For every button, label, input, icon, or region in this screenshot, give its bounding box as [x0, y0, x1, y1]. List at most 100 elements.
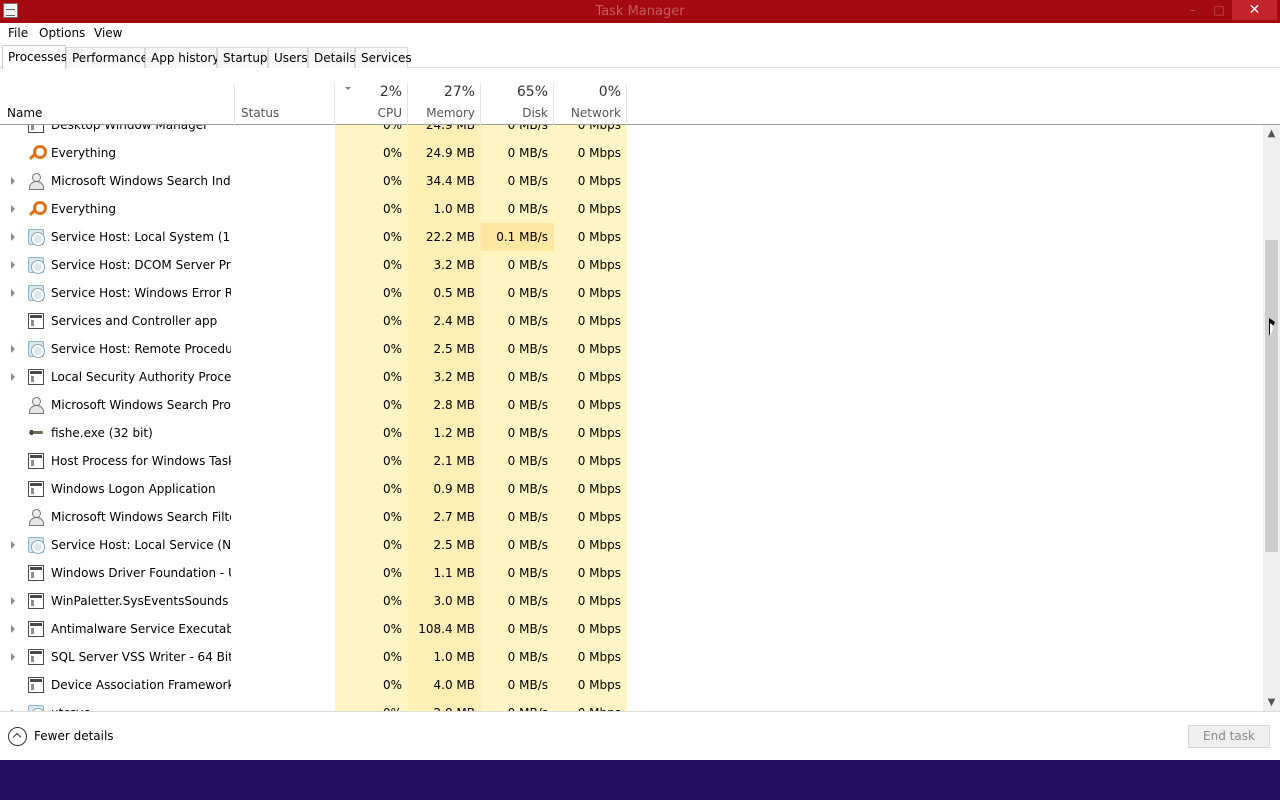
vertical-scrollbar[interactable]: ▲ ▼ — [1263, 125, 1280, 711]
process-row[interactable]: Microsoft Windows Search Prot... 0% 2.8 MB… — [0, 391, 1263, 419]
expand-chevron-icon[interactable] — [11, 373, 15, 381]
column-divider[interactable] — [234, 84, 235, 125]
network-percent: 0% — [598, 84, 621, 100]
process-row[interactable]: Service Host: Remote Procedure... 0% 2.5 M… — [0, 335, 1263, 363]
process-row[interactable]: Service Host: Local System (17) 0% 22.2 MB… — [0, 223, 1263, 251]
column-memory[interactable]: 27% Memory — [408, 84, 481, 125]
tab-details[interactable]: Details — [308, 47, 356, 68]
tab-startup[interactable]: Startup — [217, 47, 268, 68]
expand-chevron-icon[interactable] — [11, 289, 15, 297]
process-cpu-value: 0% — [382, 286, 402, 300]
process-disk-value: 0 MB/s — [507, 398, 548, 412]
process-row[interactable]: Services and Controller app 0% 2.4 MB 0 MB/… — [0, 307, 1263, 335]
cpu-percent: 2% — [379, 84, 402, 100]
process-row[interactable]: fishe.exe (32 bit) 0% 1.2 MB 0 MB/s 0 Mbps — [0, 419, 1263, 447]
process-row[interactable]: SQL Server VSS Writer - 64 Bit 0% 1.0 MB 0 … — [0, 643, 1263, 671]
process-row[interactable]: Microsoft Windows Search Filte... 0% 2.7 M… — [0, 503, 1263, 531]
fewer-details-link[interactable]: Fewer details — [34, 729, 114, 743]
tab-users[interactable]: Users — [268, 47, 308, 68]
expand-chevron-icon[interactable] — [11, 625, 15, 633]
process-memory-value: 2.5 MB — [433, 342, 475, 356]
process-row[interactable]: Everything 0% 24.9 MB 0 MB/s 0 Mbps — [0, 139, 1263, 167]
process-cpu-value: 0% — [382, 174, 402, 188]
tab-services[interactable]: Services — [355, 47, 412, 68]
expand-chevron-icon[interactable] — [11, 653, 15, 661]
column-divider[interactable] — [626, 84, 627, 125]
expand-chevron-icon[interactable] — [11, 177, 15, 185]
process-row[interactable]: Microsoft Windows Search Inde... 0% 34.4 M… — [0, 167, 1263, 195]
process-cpu-value: 0% — [382, 482, 402, 496]
app-window-icon — [28, 677, 44, 693]
process-cpu-value: 0% — [382, 230, 402, 244]
process-row[interactable]: Local Security Authority Process... 0% 3.2… — [0, 363, 1263, 391]
process-name: Windows Driver Foundation - U... — [51, 566, 231, 580]
tab-performance[interactable]: Performance — [66, 47, 148, 68]
menu-options[interactable]: Options — [39, 26, 85, 40]
minimize-button[interactable]: – — [1180, 0, 1206, 20]
process-cpu-value: 0% — [382, 125, 402, 132]
process-row[interactable]: Desktop Window Manager 0% 24.9 MB 0 MB/s 0 M… — [0, 125, 1263, 139]
column-network[interactable]: 0% Network — [554, 84, 627, 125]
fish-icon — [28, 425, 44, 441]
process-cpu-value: 0% — [382, 426, 402, 440]
end-task-button[interactable]: End task — [1188, 725, 1270, 748]
process-network-value: 0 Mbps — [577, 454, 621, 468]
expand-chevron-icon[interactable] — [11, 541, 15, 549]
process-memory-value: 1.2 MB — [433, 426, 475, 440]
process-disk-value: 0 MB/s — [507, 146, 548, 160]
process-name: WinPaletter.SysEventsSounds (3... — [51, 594, 231, 608]
process-memory-value: 1.0 MB — [433, 650, 475, 664]
process-name: Service Host: DCOM Server Proc... — [51, 258, 231, 272]
process-cpu-value: 0% — [382, 566, 402, 580]
process-row[interactable]: Service Host: Windows Error Re... 0% 0.5 M… — [0, 279, 1263, 307]
expand-chevron-icon[interactable] — [11, 261, 15, 269]
column-status[interactable]: Status — [241, 106, 279, 120]
process-name: Local Security Authority Process... — [51, 370, 231, 384]
column-header: Name Status 2% CPU 27% Memory 65% Disk 0… — [0, 68, 1280, 125]
maximize-button[interactable]: □ — [1206, 0, 1232, 20]
expand-chevron-icon[interactable] — [11, 345, 15, 353]
process-cpu-value: 0% — [382, 342, 402, 356]
close-button[interactable]: ✕ — [1232, 0, 1277, 20]
scroll-down-icon[interactable]: ▼ — [1263, 694, 1280, 711]
process-name: Service Host: Local System (17) — [51, 230, 231, 244]
expand-chevron-icon[interactable] — [11, 597, 15, 605]
expand-chevron-icon[interactable] — [11, 233, 15, 241]
process-network-value: 0 Mbps — [577, 174, 621, 188]
process-row[interactable]: Antimalware Service Executable 0% 108.4 MB… — [0, 615, 1263, 643]
menu-view[interactable]: View — [94, 26, 122, 40]
app-window-icon — [28, 649, 44, 665]
process-disk-value: 0 MB/s — [507, 482, 548, 496]
process-name: Desktop Window Manager — [51, 125, 209, 132]
process-row[interactable]: Host Process for Windows Tasks 0% 2.1 MB 0 … — [0, 447, 1263, 475]
process-name: Microsoft Windows Search Inde... — [51, 174, 231, 188]
chevron-up-icon[interactable] — [8, 727, 27, 746]
process-disk-value: 0 MB/s — [507, 258, 548, 272]
process-name: fishe.exe (32 bit) — [51, 426, 153, 440]
tab-processes[interactable]: Processes — [2, 45, 67, 69]
process-row[interactable]: Windows Driver Foundation - U... 0% 1.1 MB… — [0, 559, 1263, 587]
expand-chevron-icon[interactable] — [11, 205, 15, 213]
process-row[interactable]: WinPaletter.SysEventsSounds (3... 0% 3.0 M… — [0, 587, 1263, 615]
process-row[interactable]: Windows Logon Application 0% 0.9 MB 0 MB/s 0… — [0, 475, 1263, 503]
tab-app-history[interactable]: App history — [145, 47, 220, 68]
process-row[interactable]: utcsvc0%2.8 MB0 MB/s0 Mbps — [0, 699, 1263, 711]
scroll-thumb[interactable] — [1265, 240, 1278, 552]
process-row[interactable]: Everything 0% 1.0 MB 0 MB/s 0 Mbps — [0, 195, 1263, 223]
process-disk-value: 0.1 MB/s — [496, 230, 548, 244]
process-row[interactable]: Service Host: Local Service (No I... 0% 2.… — [0, 531, 1263, 559]
menu-file[interactable]: File — [8, 26, 28, 40]
process-memory-value: 22.2 MB — [425, 230, 475, 244]
process-memory-value: 2.1 MB — [433, 454, 475, 468]
mouse-cursor-icon — [1269, 318, 1275, 336]
column-name[interactable]: Name — [7, 106, 42, 120]
window-title: Task Manager — [595, 4, 685, 19]
process-name: Service Host: Local Service (No I... — [51, 538, 231, 552]
scroll-up-icon[interactable]: ▲ — [1263, 125, 1280, 142]
column-cpu[interactable]: 2% CPU — [335, 84, 408, 125]
column-disk[interactable]: 65% Disk — [481, 84, 554, 125]
process-name: Host Process for Windows Tasks — [51, 454, 231, 468]
process-row[interactable]: Service Host: DCOM Server Proc... 0% 3.2 M… — [0, 251, 1263, 279]
process-name: Device Association Framework ... — [51, 678, 231, 692]
process-row[interactable]: Device Association Framework ... 0% 4.0 MB… — [0, 671, 1263, 699]
